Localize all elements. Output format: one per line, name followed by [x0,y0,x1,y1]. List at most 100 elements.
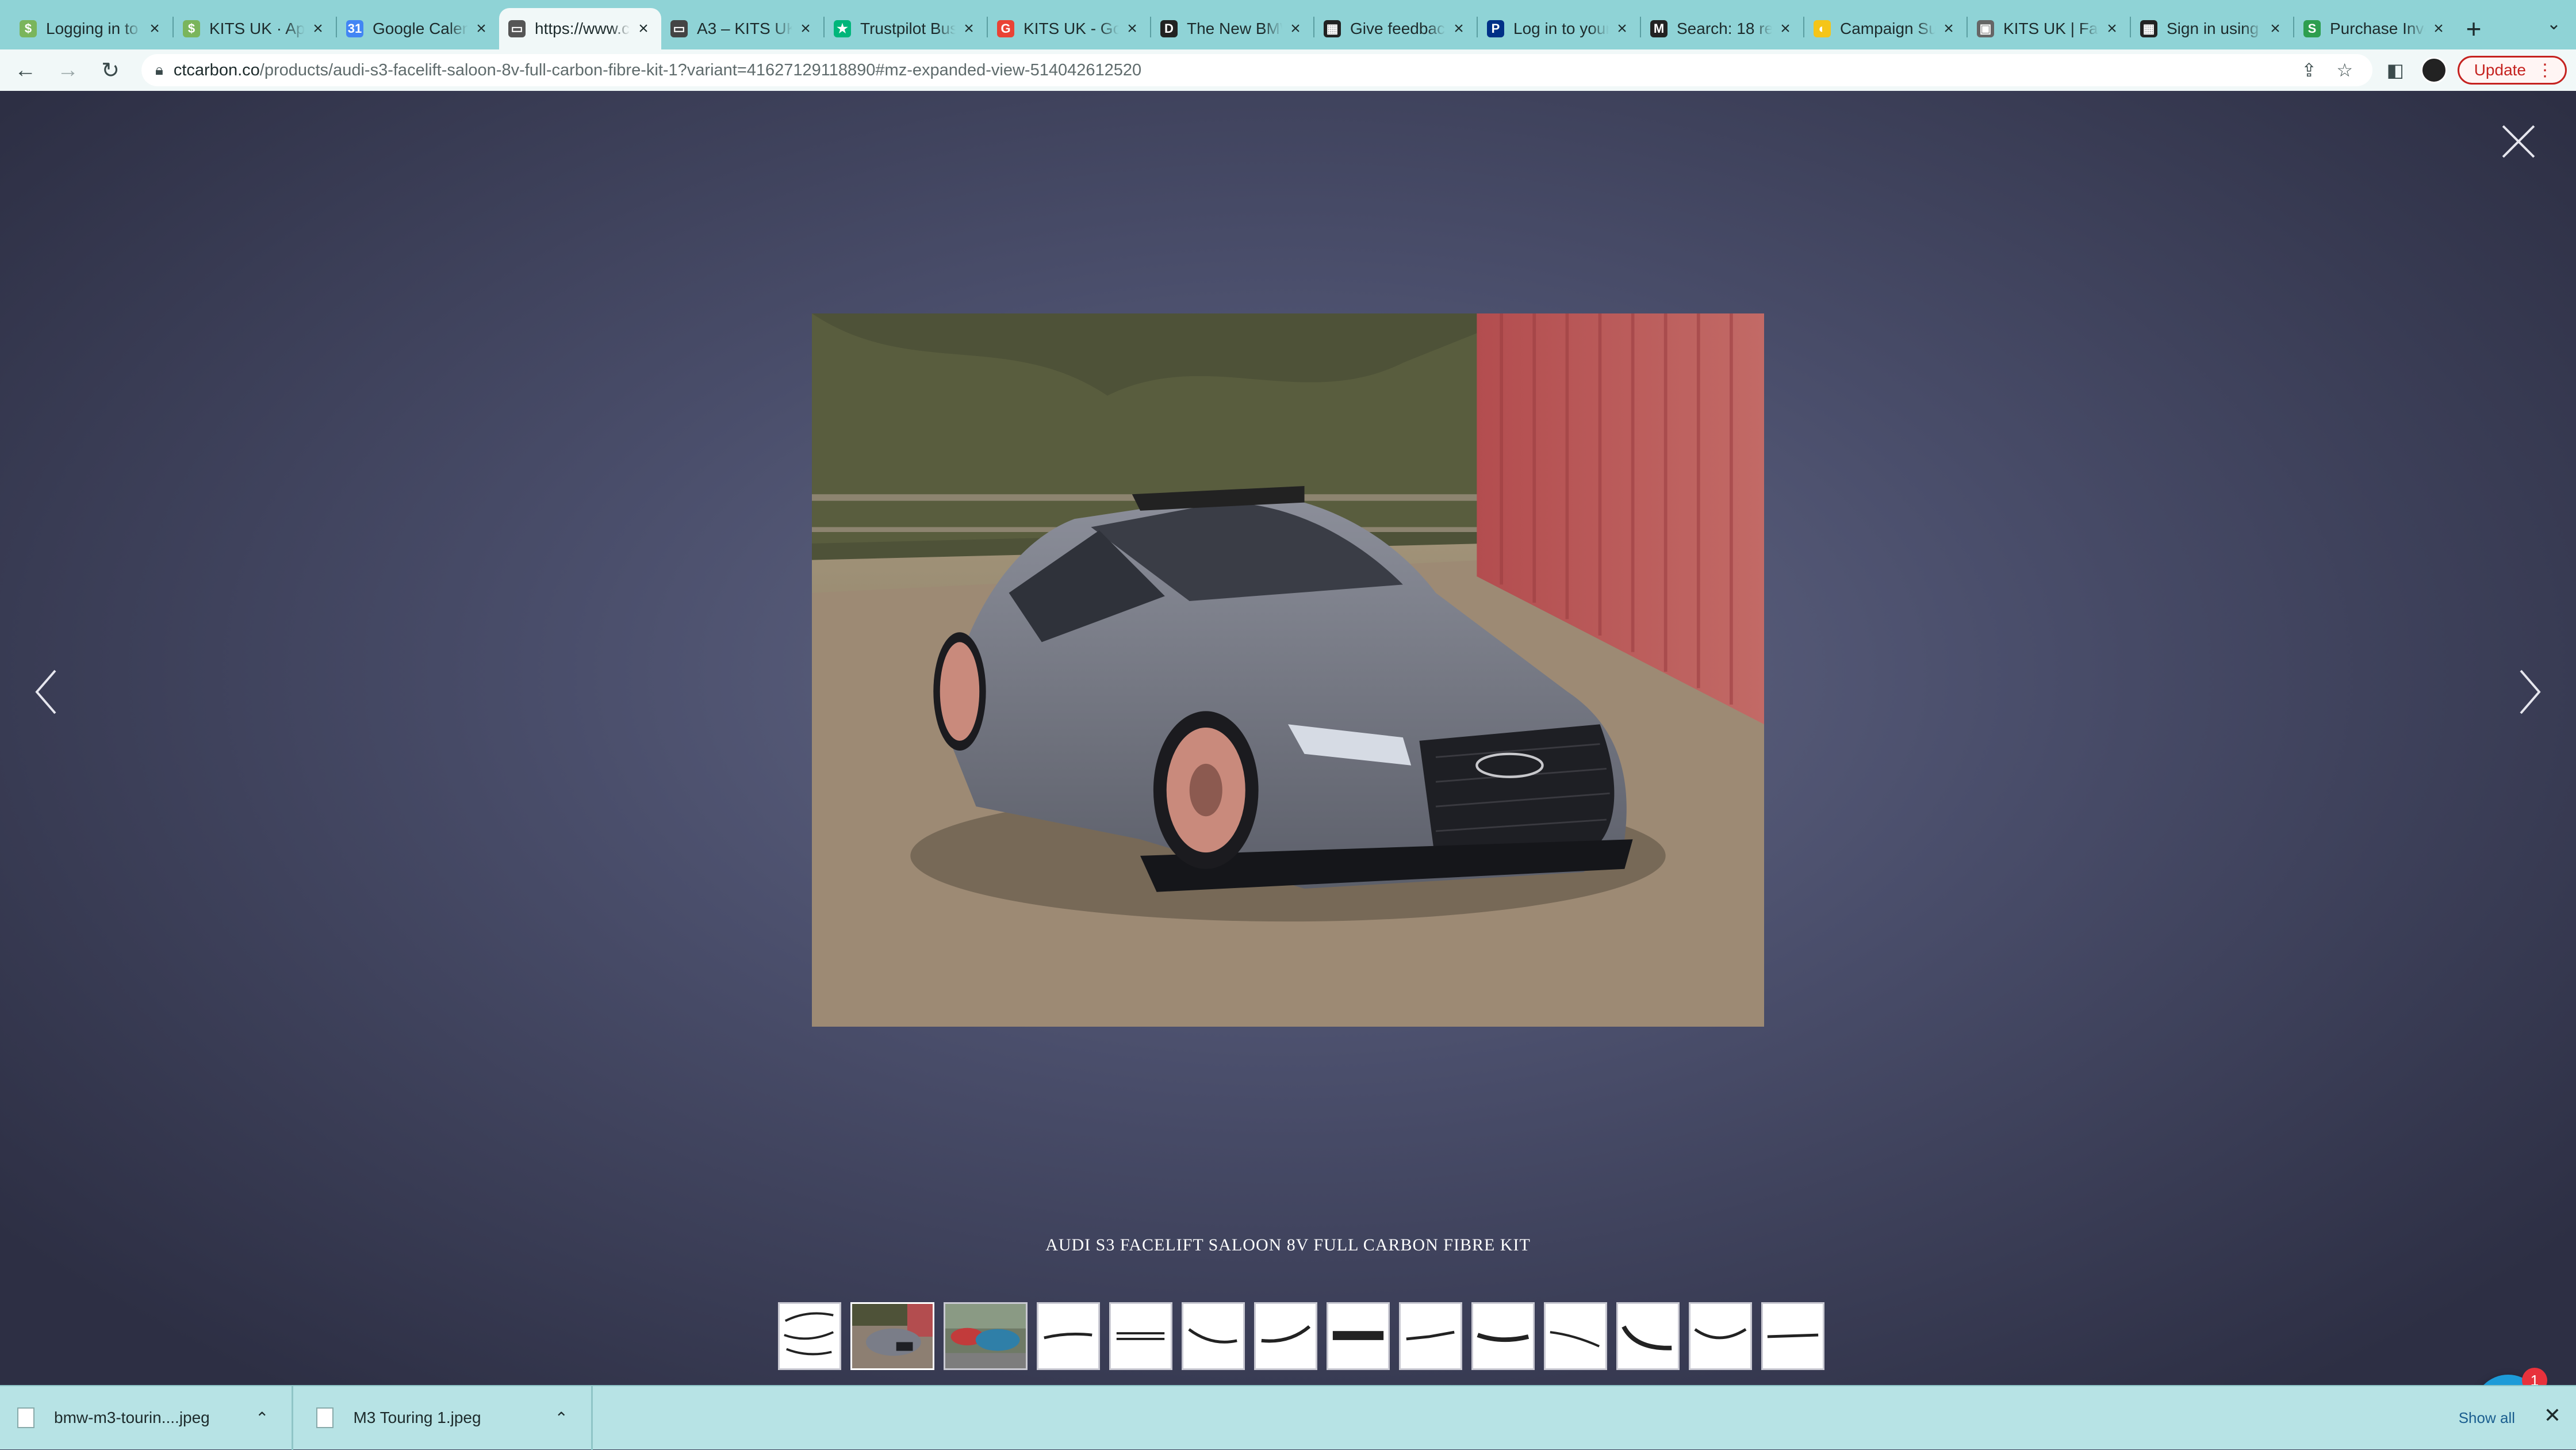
tab-close-icon[interactable]: × [1613,19,1631,38]
product-thumbnail[interactable] [944,1302,1028,1370]
product-thumbnail[interactable] [1761,1302,1824,1370]
tab-favicon-icon: ▣ [1977,20,1994,37]
tab-favicon-icon: ▭ [670,20,688,37]
download-item[interactable]: M3 Touring 1.jpeg ⌃ [316,1386,593,1450]
tab-title: Trustpilot Busi [860,20,956,37]
tab-favicon-icon: 31 [346,20,363,37]
tab-favicon-icon: ▦ [1324,20,1341,37]
tab-search-chevron-icon[interactable]: ⌄ [2547,14,2561,34]
url-text[interactable]: ctcarbon.co/products/audi-s3-facelift-sa… [174,61,2287,80]
product-thumbnail[interactable] [1689,1302,1752,1370]
tab-close-icon[interactable]: × [1777,19,1794,38]
browser-tab[interactable]: ▦ Give feedback × [1314,8,1477,49]
tab-close-icon[interactable]: × [2267,19,2284,38]
chevron-up-icon[interactable]: ⌃ [255,1409,269,1428]
tab-close-icon[interactable]: × [1287,19,1304,38]
browser-tab[interactable]: ▭ https://www.c × [499,8,661,49]
tab-favicon-icon: P [1487,20,1504,37]
show-all-link[interactable]: Show all [2459,1409,2515,1427]
browser-toolbar: ← → ↻ 🔒︎ ctcarbon.co/products/audi-s3-fa… [0,49,2576,91]
profile-avatar[interactable] [2420,57,2447,83]
tab-title: Logging in to [46,20,139,37]
download-item[interactable]: bmw-m3-tourin....jpeg ⌃ [17,1386,294,1450]
tab-favicon-icon: ▭ [508,20,526,37]
back-arrow-icon[interactable]: ← [9,54,41,86]
prev-arrow-icon[interactable] [30,666,64,718]
browser-tab[interactable]: ▦ Sign in using × [2131,8,2293,49]
tab-title: Campaign Sum [1840,20,1935,37]
side-panel-icon[interactable]: ◧ [2379,54,2412,86]
tab-close-icon[interactable]: × [473,19,490,38]
browser-tab[interactable]: ▭ A3 – KITS UK × [661,8,823,49]
download-filename: bmw-m3-tourin....jpeg [54,1409,210,1426]
tab-favicon-icon: D [1160,20,1178,37]
product-thumbnail[interactable] [1254,1302,1317,1370]
tab-title: Purchase Invo [2330,20,2425,37]
product-thumbnail[interactable] [1327,1302,1390,1370]
tab-title: KITS UK - Goo [1023,20,1119,37]
browser-tab[interactable]: ◐ Campaign Sum × [1804,8,1966,49]
tab-close-icon[interactable]: × [309,19,327,38]
tab-close-icon[interactable]: × [2430,19,2447,38]
product-thumbnail[interactable] [778,1302,841,1370]
tab-close-icon[interactable]: × [635,19,652,38]
chevron-up-icon[interactable]: ⌃ [554,1409,568,1428]
browser-tab[interactable]: ▣ KITS UK | Fac × [1968,8,2130,49]
tab-favicon-icon: ◐ [1814,20,1831,37]
tab-title: The New BMW [1187,20,1282,37]
tab-favicon-icon: S [2303,20,2321,37]
tab-close-icon[interactable]: × [797,19,814,38]
next-arrow-icon[interactable] [2512,666,2546,718]
browser-tab[interactable]: $ KITS UK · Apps× [174,8,336,49]
product-caption: AUDI S3 FACELIFT SALOON 8V FULL CARBON F… [1045,1235,1531,1254]
download-filename: M3 Touring 1.jpeg [353,1409,481,1426]
tab-title: https://www.c [535,20,630,37]
tab-close-icon[interactable]: × [2103,19,2121,38]
product-thumbnail[interactable] [1616,1302,1680,1370]
new-tab-plus-icon[interactable]: + [2456,8,2491,49]
product-thumbnail[interactable] [1109,1302,1172,1370]
tab-close-icon[interactable]: × [1450,19,1467,38]
image-lightbox: AUDI S3 FACELIFT SALOON 8V FULL CARBON F… [0,91,2576,1444]
browser-tab[interactable]: G KITS UK - Goo × [988,8,1150,49]
reload-icon[interactable]: ↻ [94,54,126,86]
browser-tab[interactable]: M Search: 18 re × [1641,8,1803,49]
browser-tab[interactable]: $ Logging in to × [10,8,172,49]
product-thumbnail[interactable] [1399,1302,1462,1370]
product-thumbnail[interactable] [850,1302,934,1370]
thumbnail-strip [778,1302,1824,1370]
tab-favicon-icon: ★ [834,20,851,37]
lock-icon[interactable]: 🔒︎ [155,61,163,79]
product-thumbnail[interactable] [1544,1302,1607,1370]
share-icon[interactable]: ⇪ [2295,56,2323,84]
close-download-shelf-icon[interactable]: ✕ [2544,1403,2561,1428]
tab-favicon-icon: G [997,20,1014,37]
kebab-menu-icon[interactable]: ⋮ [2536,60,2554,81]
tab-close-icon[interactable]: × [146,19,163,38]
tab-favicon-icon: $ [20,20,37,37]
bookmark-star-icon[interactable]: ☆ [2331,56,2359,84]
forward-arrow-icon[interactable]: → [52,54,84,86]
browser-tab[interactable]: S Purchase Invo × [2294,8,2456,49]
update-button[interactable]: Update ⋮ [2457,56,2567,85]
tab-strip: $Logging in to×$KITS UK · Apps×31Google … [0,0,2576,49]
product-thumbnail[interactable] [1037,1302,1100,1370]
browser-tab[interactable]: 31 Google Calendar × [337,8,499,49]
browser-tab[interactable]: D The New BMW × [1151,8,1313,49]
tab-close-icon[interactable]: × [960,19,977,38]
address-bar[interactable]: 🔒︎ ctcarbon.co/products/audi-s3-facelift… [141,54,2372,86]
download-shelf: bmw-m3-tourin....jpeg ⌃ M3 Touring 1.jpeg ⌃… [0,1385,2576,1450]
file-icon [17,1407,34,1428]
tab-title: Sign in using [2167,20,2259,37]
url-path: /products/audi-s3-facelift-saloon-8v-ful… [259,60,1142,79]
product-thumbnail[interactable] [1471,1302,1535,1370]
close-icon[interactable] [2492,116,2544,168]
tab-favicon-icon: $ [183,20,200,37]
tab-close-icon[interactable]: × [1940,19,1957,38]
product-thumbnail[interactable] [1182,1302,1245,1370]
browser-tab[interactable]: P Log in to your × [1478,8,1640,49]
tab-title: Google Calendar [373,20,468,37]
browser-tab[interactable]: ★ Trustpilot Busi × [825,8,987,49]
tab-title: Give feedback [1350,20,1446,37]
tab-close-icon[interactable]: × [1124,19,1141,38]
